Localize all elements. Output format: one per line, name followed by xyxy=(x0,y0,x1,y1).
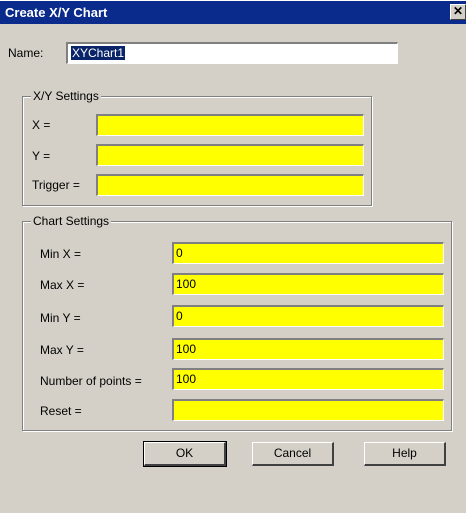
reset-input[interactable] xyxy=(172,399,444,421)
name-input[interactable]: XYChart1 xyxy=(66,42,398,64)
max-y-input[interactable]: 100 xyxy=(172,338,444,360)
cancel-button[interactable]: Cancel xyxy=(252,442,334,466)
window-title: Create X/Y Chart xyxy=(5,5,108,20)
min-y-label: Min Y = xyxy=(40,311,81,325)
name-label: Name: xyxy=(8,46,44,60)
min-y-input[interactable]: 0 xyxy=(172,305,444,327)
max-x-label: Max X = xyxy=(40,278,85,292)
max-x-input[interactable]: 100 xyxy=(172,273,444,295)
title-bar: Create X/Y Chart ✕ xyxy=(0,0,466,24)
trigger-input[interactable] xyxy=(96,174,364,196)
number-of-points-input[interactable]: 100 xyxy=(172,368,444,390)
xy-settings-title: X/Y Settings xyxy=(31,89,101,103)
x-input[interactable] xyxy=(96,114,364,136)
help-button[interactable]: Help xyxy=(364,442,446,466)
min-x-label: Min X = xyxy=(40,247,82,261)
x-label: X = xyxy=(32,118,51,132)
reset-label: Reset = xyxy=(40,404,82,418)
y-label: Y = xyxy=(32,149,51,163)
number-of-points-label: Number of points = xyxy=(40,374,142,388)
close-button[interactable]: ✕ xyxy=(450,4,466,20)
ok-button[interactable]: OK xyxy=(143,441,227,467)
y-input[interactable] xyxy=(96,144,364,166)
min-x-input[interactable]: 0 xyxy=(172,242,444,264)
close-icon: ✕ xyxy=(452,4,464,18)
chart-settings-title: Chart Settings xyxy=(31,214,112,228)
max-y-label: Max Y = xyxy=(40,343,84,357)
trigger-label: Trigger = xyxy=(32,178,80,192)
name-value: XYChart1 xyxy=(71,46,126,60)
